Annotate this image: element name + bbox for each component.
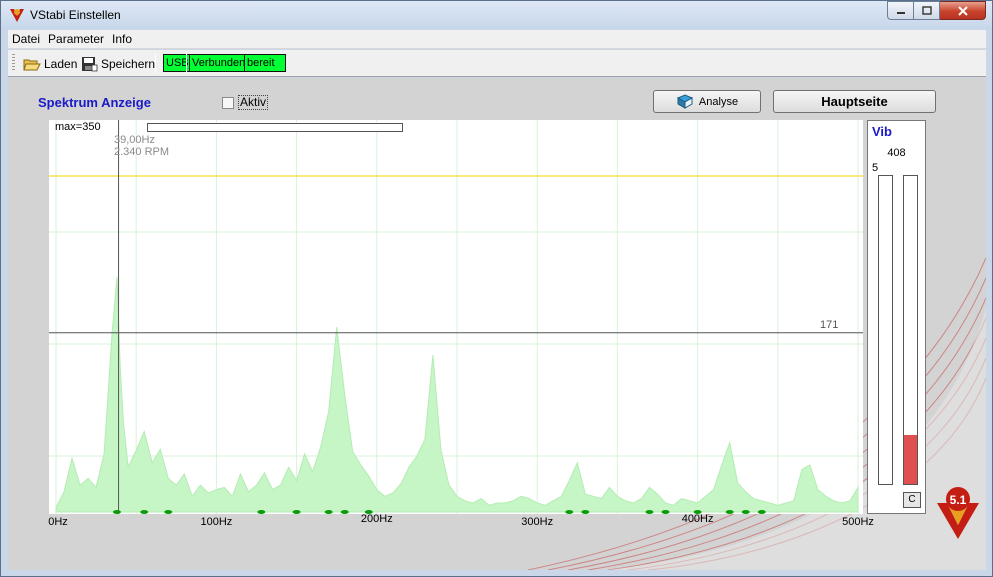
vib-bar-right: [903, 175, 918, 485]
save-button[interactable]: Speichern: [81, 54, 155, 73]
analyse-label: Analyse: [698, 95, 739, 108]
aktiv-checkbox-box[interactable]: [222, 96, 234, 109]
peak-marker: [725, 510, 734, 514]
vib-bar-right-fill: [904, 434, 917, 484]
peak-marker: [164, 510, 173, 514]
peak-marker: [645, 510, 654, 514]
spectrum-page: Spektrum Anzeige Aktiv Analyse Hauptseit…: [8, 78, 986, 570]
vstabi-logo: 5.1: [937, 487, 979, 539]
window-controls: [887, 1, 986, 20]
peak-marker: [661, 510, 670, 514]
spectrum-plot: [49, 120, 863, 514]
peak-marker: [112, 510, 121, 514]
x-tick-label: 300Hz: [521, 516, 554, 528]
save-disk-icon: [82, 56, 98, 71]
hauptseite-label: Hauptseite: [821, 94, 888, 109]
peak-marker: [565, 510, 574, 514]
title-bar[interactable]: VStabi Einstellen: [1, 1, 992, 29]
cursor-rpm: 2.340 RPM: [114, 146, 170, 158]
vstabi-logo-icon: [10, 9, 24, 22]
close-button[interactable]: [940, 1, 986, 20]
cursor-readout: 39,00Hz 2.340 RPM: [114, 134, 169, 158]
vib-small-label: 5: [872, 162, 879, 174]
menu-parameter[interactable]: Parameter: [44, 32, 108, 46]
minimize-icon: [896, 11, 905, 14]
toolbar: Laden Speichern USB Verbunden bereit: [8, 50, 986, 77]
main-window: VStabi Einstellen Datei Parameter Info L…: [0, 0, 993, 577]
x-tick-label: 400Hz: [681, 513, 714, 525]
hauptseite-button[interactable]: Hauptseite: [773, 90, 936, 113]
x-axis-labels: 0Hz 100Hz 200Hz 300Hz 400Hz 500Hz: [8, 513, 986, 530]
vib-title: Vib: [872, 124, 892, 139]
peak-marker: [581, 510, 590, 514]
toolbar-grip[interactable]: [12, 54, 15, 72]
max-label: max=350: [55, 121, 101, 133]
menu-bar: Datei Parameter Info: [8, 30, 986, 49]
window-title: VStabi Einstellen: [30, 8, 121, 22]
peak-marker: [257, 510, 266, 514]
x-tick-label: 200Hz: [360, 513, 393, 525]
toolbar-separator: [186, 53, 187, 73]
analyse-button[interactable]: Analyse: [653, 90, 761, 113]
level-label: 171: [820, 319, 839, 331]
maximize-button[interactable]: [914, 1, 940, 20]
peak-marker: [292, 510, 301, 514]
open-folder-icon: [23, 59, 41, 70]
cursor-frequency: 39,00Hz: [114, 134, 155, 146]
minimize-button[interactable]: [887, 1, 914, 20]
save-label: Speichern: [101, 56, 156, 71]
peak-marker: [140, 510, 149, 514]
spectrum-chart[interactable]: max=350 39,00Hz 2.340 RPM 171: [49, 120, 863, 514]
grid-horizontal: [49, 231, 863, 457]
peak-marker: [741, 510, 750, 514]
scale-slider[interactable]: [147, 123, 403, 132]
peak-marker: [757, 510, 766, 514]
x-tick-label: 100Hz: [200, 516, 233, 528]
close-icon: [957, 5, 968, 16]
x-tick-label: 500Hz: [842, 516, 874, 528]
vib-reset-button[interactable]: C: [903, 492, 921, 508]
vib-bar-left: [878, 175, 893, 485]
menu-info[interactable]: Info: [108, 32, 136, 46]
vib-value: 408: [887, 147, 906, 159]
toolbar-separator: [155, 53, 156, 73]
x-tick-label: 0Hz: [48, 516, 68, 528]
maximize-icon: [921, 6, 932, 15]
vib-panel: Vib 408 5 C: [867, 120, 926, 514]
aktiv-checkbox[interactable]: Aktiv: [222, 95, 269, 110]
status-connected: Verbunden: [189, 54, 249, 72]
aktiv-label: Aktiv: [238, 95, 269, 110]
spectrum-title: Spektrum Anzeige: [38, 95, 151, 110]
menu-datei[interactable]: Datei: [8, 32, 44, 46]
book-icon: [676, 94, 694, 109]
peak-marker: [324, 510, 333, 514]
load-button[interactable]: Laden: [23, 54, 77, 73]
svg-text:5.1: 5.1: [950, 493, 967, 507]
grid-vertical: [55, 120, 859, 514]
status-ready: bereit: [244, 54, 286, 72]
threshold-lines: [49, 175, 863, 334]
load-label: Laden: [44, 56, 78, 71]
peak-marker: [340, 510, 349, 514]
status-usb: USB: [163, 54, 192, 72]
